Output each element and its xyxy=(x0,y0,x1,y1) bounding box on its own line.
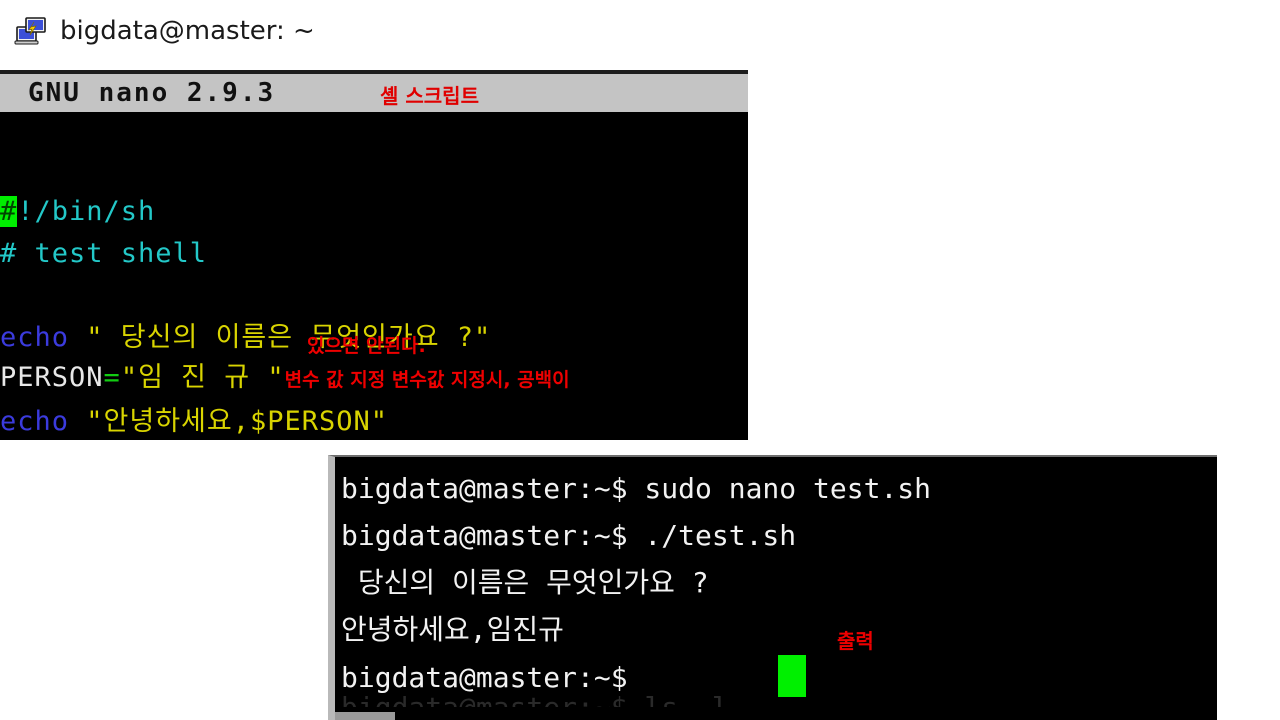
annotation-output: 출력 xyxy=(837,629,874,653)
terminal-bottom-strip xyxy=(335,712,395,720)
code-line-4-operator: = xyxy=(103,362,121,393)
terminal-line-4: 안녕하세요,임진규 xyxy=(341,613,564,646)
nano-header-bar: GNU nano 2.9.3 셸 스크립트 xyxy=(0,74,748,112)
terminal-line-3: 당신의 이름은 무엇인가요 ? xyxy=(341,566,709,599)
nano-version-label: GNU nano 2.9.3 xyxy=(28,78,276,108)
window-titlebar: bigdata@master: ~ xyxy=(0,0,1280,62)
code-line-5-command: echo xyxy=(0,406,70,437)
code-line-2-text: # test shell xyxy=(0,238,208,269)
code-line-1: #!/bin/sh xyxy=(0,192,155,232)
nano-cursor: # xyxy=(0,196,18,227)
code-line-4: PERSON="임 진 규 "변수 값 지정 변수값 지정시, 공백이 xyxy=(0,358,576,400)
window-title: bigdata@master: ~ xyxy=(60,16,315,46)
putty-terminal-icon xyxy=(14,14,48,48)
annotation-shell-script: 셸 스크립트 xyxy=(380,84,479,108)
terminal-output-panel[interactable]: bigdata@master:~$ sudo nano test.sh bigd… xyxy=(328,455,1217,720)
annotation-variable-assignment-overflow: 있으면 안된다. xyxy=(307,335,426,357)
terminal-line-1: bigdata@master:~$ sudo nano test.sh xyxy=(341,472,932,505)
terminal-clipped-line: bigdata@master:~$ ls -l xyxy=(341,693,1217,707)
code-line-3-command: echo xyxy=(0,322,70,353)
code-line-2: # test shell xyxy=(0,234,207,274)
nano-text-area[interactable]: #!/bin/sh # test shell echo " 당신의 이름은 무엇… xyxy=(0,112,748,440)
terminal-line-2: bigdata@master:~$ ./test.sh xyxy=(341,519,797,552)
nano-editor-panel[interactable]: GNU nano 2.9.3 셸 스크립트 #!/bin/sh # test s… xyxy=(0,70,748,440)
code-line-1-text: !/bin/sh xyxy=(17,196,156,227)
code-line-5-string: "안녕하세요,$PERSON" xyxy=(69,406,389,437)
terminal-cursor xyxy=(778,655,806,697)
code-line-4-string: "임 진 규 " xyxy=(120,362,285,393)
annotation-variable-assignment: 변수 값 지정 변수값 지정시, 공백이 xyxy=(284,369,577,391)
code-line-3-string: " 당신의 이름은 무엇인가요 ?" xyxy=(69,322,492,353)
code-line-4-variable: PERSON xyxy=(0,362,104,393)
code-line-5: echo "안녕하세요,$PERSON" xyxy=(0,402,388,440)
